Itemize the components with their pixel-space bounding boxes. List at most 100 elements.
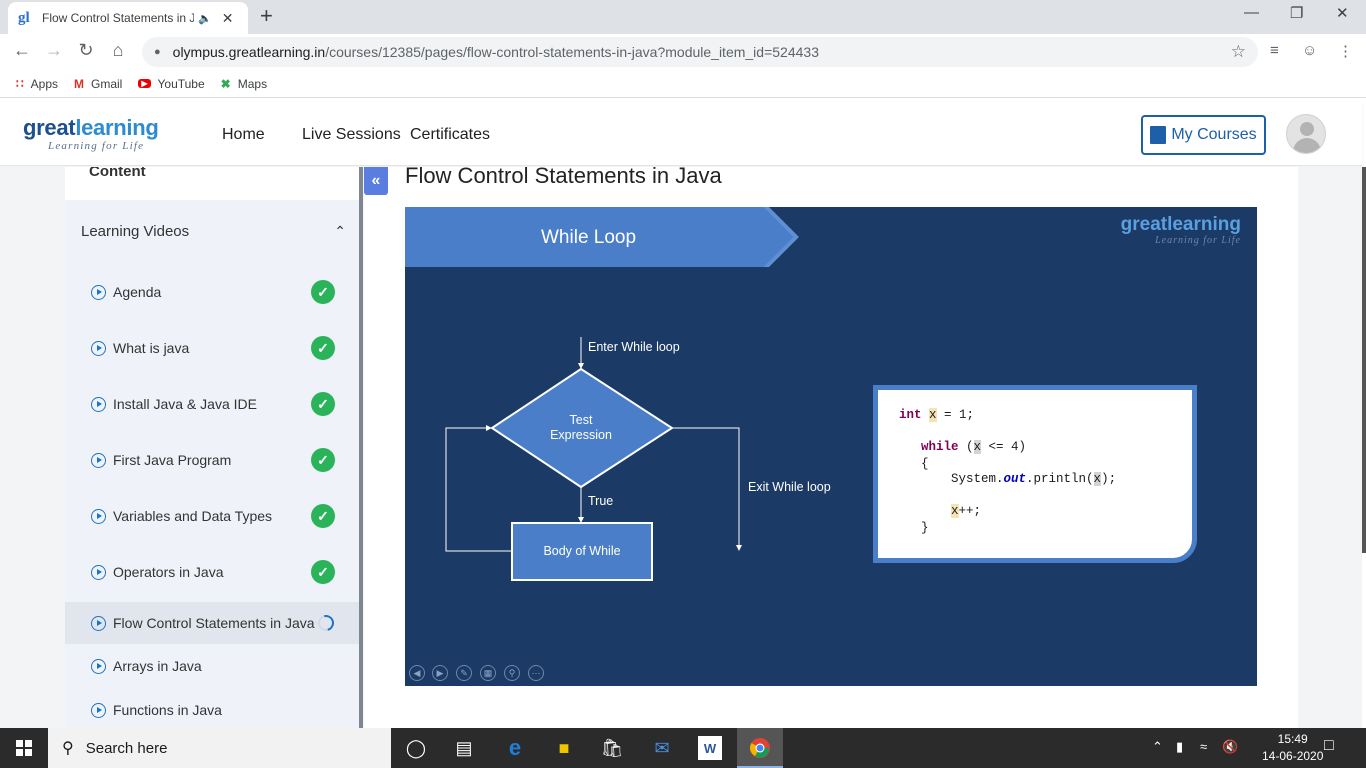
pen-tool-icon[interactable]: ✎: [456, 665, 472, 681]
lesson-functions[interactable]: Functions in Java: [65, 690, 362, 728]
lesson-flow-control-active[interactable]: Flow Control Statements in Java: [65, 602, 362, 644]
play-circle-icon: [91, 615, 106, 631]
more-options-icon[interactable]: ⋯: [528, 665, 544, 681]
completed-check-icon: ✓: [311, 336, 335, 360]
sidebar-scrollbar[interactable]: [359, 167, 363, 728]
bookmark-apps[interactable]: ∷ Apps: [16, 77, 58, 91]
word-icon[interactable]: W: [698, 736, 722, 760]
browser-tab-strip: gl Flow Control Statements in J 🔈 ✕ + — …: [0, 0, 1366, 34]
lesson-install-java[interactable]: Install Java & Java IDE ✓: [65, 384, 362, 424]
test-expression-label: Test Expression: [550, 413, 612, 442]
bookmark-star-icon[interactable]: ☆: [1231, 42, 1246, 62]
wifi-icon[interactable]: ≈: [1200, 739, 1207, 754]
code-line-4: System.out.println(x);: [951, 472, 1117, 486]
store-icon[interactable]: 🛍: [600, 736, 624, 760]
completed-check-icon: ✓: [311, 560, 335, 584]
code-line-3: {: [921, 457, 929, 471]
browser-tab[interactable]: gl Flow Control Statements in J 🔈 ✕: [8, 2, 248, 34]
slide-banner-title: While Loop: [541, 227, 637, 248]
bookmark-youtube[interactable]: ▶ YouTube: [138, 77, 205, 91]
book-icon: [1150, 126, 1167, 144]
lesson-arrays[interactable]: Arrays in Java: [65, 646, 362, 686]
nav-certificates[interactable]: Certificates: [410, 126, 490, 144]
minimize-icon[interactable]: —: [1244, 4, 1259, 21]
profile-avatar-icon[interactable]: ☺: [1302, 42, 1317, 59]
lesson-what-is-java[interactable]: What is java ✓: [65, 328, 362, 368]
learning-videos-section: Learning Videos ⌃ Agenda ✓ What is java …: [65, 200, 362, 728]
completed-check-icon: ✓: [311, 448, 335, 472]
previous-slide-icon[interactable]: ◀: [409, 665, 425, 681]
browser-toolbar: ← → ↻ ⌂ ● olympus.greatlearning.in/cours…: [0, 34, 1366, 70]
video-watermark-logo: greatlearning Learning for Life: [1120, 214, 1241, 247]
url-host: olympus.greatlearning.in: [172, 44, 326, 60]
play-circle-icon: [91, 396, 106, 412]
close-window-icon[interactable]: ✕: [1336, 4, 1349, 22]
battery-icon[interactable]: ▮: [1176, 739, 1183, 755]
lock-icon[interactable]: ●: [154, 46, 161, 58]
media-control-icon[interactable]: ≡: [1270, 42, 1279, 59]
play-circle-icon: [91, 452, 106, 468]
loading-spinner-icon: [315, 612, 337, 634]
code-line-6: }: [921, 521, 929, 535]
content-sidebar: Content Learning Videos ⌃ Agenda ✓ What …: [65, 167, 362, 728]
site-header: greatlearning Learning for Life Home Liv…: [0, 102, 1362, 166]
play-circle-icon: [91, 508, 106, 524]
completed-check-icon: ✓: [311, 280, 335, 304]
greatlearning-logo[interactable]: greatlearning Learning for Life: [23, 116, 159, 153]
taskbar-search-box[interactable]: ⚲ Search here: [48, 728, 391, 768]
system-clock[interactable]: 15:49 14-06-2020: [1262, 731, 1323, 765]
restore-icon[interactable]: ❐: [1290, 4, 1303, 22]
chrome-icon[interactable]: [748, 736, 772, 760]
windows-start-icon[interactable]: [16, 740, 32, 756]
file-explorer-icon[interactable]: ■: [552, 736, 576, 760]
cortana-icon[interactable]: ◯: [404, 736, 428, 760]
url-path: /courses/12385/pages/flow-control-statem…: [325, 44, 819, 60]
show-hidden-icons-icon[interactable]: ⌃: [1152, 739, 1163, 755]
play-circle-icon: [91, 284, 106, 300]
menu-kebab-icon[interactable]: ⋮: [1338, 42, 1353, 60]
speaker-icon[interactable]: 🔈: [198, 12, 212, 25]
home-icon[interactable]: ⌂: [106, 40, 130, 61]
slides-grid-icon[interactable]: ▦: [480, 665, 496, 681]
zoom-icon[interactable]: ⚲: [504, 665, 520, 681]
lesson-agenda[interactable]: Agenda ✓: [65, 272, 362, 312]
nav-live-sessions[interactable]: Live Sessions: [302, 126, 401, 144]
lesson-title: Flow Control Statements in Java: [405, 167, 722, 188]
volume-muted-icon[interactable]: 🔇: [1222, 739, 1238, 755]
reload-icon[interactable]: ↻: [74, 40, 98, 61]
code-line-1: int x = 1;: [899, 408, 975, 422]
body-of-while-label: Body of While: [543, 544, 621, 558]
code-line-5: x++;: [951, 504, 982, 518]
course-page: Content Learning Videos ⌃ Agenda ✓ What …: [0, 167, 1362, 728]
content-header: Content: [89, 167, 146, 180]
new-tab-button[interactable]: +: [260, 5, 273, 27]
true-label: True: [588, 494, 614, 508]
nav-home[interactable]: Home: [222, 126, 265, 144]
collapse-sidebar-button[interactable]: «: [364, 167, 388, 195]
apps-grid-icon: ∷: [16, 76, 24, 91]
bookmark-gmail[interactable]: M Gmail: [74, 77, 122, 91]
back-icon[interactable]: ←: [10, 40, 34, 61]
page-scrollbar[interactable]: [1362, 167, 1366, 553]
user-avatar[interactable]: [1286, 114, 1326, 154]
edge-icon[interactable]: e: [503, 735, 527, 760]
play-circle-icon: [91, 658, 106, 674]
learning-videos-toggle[interactable]: Learning Videos ⌃: [81, 223, 346, 240]
video-player[interactable]: While Loop greatlearning Learning for Li…: [405, 207, 1257, 686]
youtube-icon: ▶: [138, 79, 151, 88]
notifications-icon[interactable]: □: [1324, 737, 1334, 755]
lesson-variables-data-types[interactable]: Variables and Data Types ✓: [65, 496, 362, 536]
address-bar[interactable]: ● olympus.greatlearning.in/courses/12385…: [142, 37, 1258, 67]
maps-icon: ✖: [220, 76, 231, 91]
next-slide-icon[interactable]: ▶: [432, 665, 448, 681]
bookmark-maps[interactable]: ✖ Maps: [221, 77, 267, 91]
completed-check-icon: ✓: [311, 504, 335, 528]
mail-icon[interactable]: ✉: [650, 736, 674, 760]
task-view-icon[interactable]: ▤: [452, 736, 476, 760]
close-tab-icon[interactable]: ✕: [222, 10, 234, 27]
forward-icon[interactable]: →: [42, 40, 66, 61]
lesson-operators[interactable]: Operators in Java ✓: [65, 552, 362, 592]
exit-loop-label: Exit While loop: [748, 480, 831, 494]
lesson-first-java-program[interactable]: First Java Program ✓: [65, 440, 362, 480]
my-courses-button[interactable]: My Courses: [1141, 115, 1266, 155]
